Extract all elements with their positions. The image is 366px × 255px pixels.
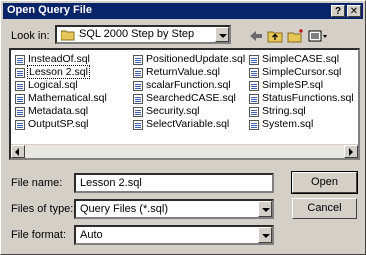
file-item[interactable]: ReturnValue.sql xyxy=(131,66,245,79)
sql-file-icon xyxy=(133,120,143,130)
file-name: ReturnValue.sql xyxy=(146,66,220,78)
file-name: Security.sql xyxy=(146,105,200,117)
dialog-title: Open Query File xyxy=(7,4,92,16)
close-button[interactable]: ✕ xyxy=(347,5,361,17)
file-item[interactable]: String.sql xyxy=(247,105,354,118)
sql-file-icon xyxy=(249,55,259,65)
open-button[interactable]: Open xyxy=(291,171,358,194)
file-name-input[interactable]: Lesson 2.sql xyxy=(74,173,274,193)
sql-file-icon xyxy=(249,94,259,104)
file-name: PositionedUpdate.sql xyxy=(146,53,246,65)
file-name: String.sql xyxy=(262,105,306,117)
sql-file-icon xyxy=(15,68,25,78)
sql-file-icon xyxy=(15,81,25,91)
file-name: scalarFunction.sql xyxy=(146,79,231,91)
sql-file-icon xyxy=(133,55,143,65)
file-format-label: File format: xyxy=(11,229,67,241)
sql-file-icon xyxy=(15,55,25,65)
file-name: StatusFunctions.sql xyxy=(262,92,354,104)
file-item[interactable]: Security.sql xyxy=(131,105,245,118)
files-of-type-label: Files of type: xyxy=(11,203,74,215)
cancel-button[interactable]: Cancel xyxy=(292,198,357,219)
file-item[interactable]: PositionedUpdate.sql xyxy=(131,53,245,66)
file-column-2: PositionedUpdate.sql ReturnValue.sql scala… xyxy=(131,53,245,131)
view-menu-icon[interactable] xyxy=(308,28,330,44)
file-item[interactable]: System.sql xyxy=(247,118,354,131)
help-button[interactable]: ? xyxy=(331,5,345,17)
file-item[interactable]: InsteadOf.sql xyxy=(13,53,107,66)
sql-file-icon xyxy=(133,81,143,91)
file-name: Mathematical.sql xyxy=(28,92,107,104)
files-of-type-combo[interactable]: Query Files (*.sql) xyxy=(74,199,274,219)
sql-file-icon xyxy=(249,68,259,78)
sql-file-icon xyxy=(15,120,25,130)
file-item[interactable]: SimpleCASE.sql xyxy=(247,53,354,66)
file-name-label: File name: xyxy=(11,177,63,189)
look-in-label: Look in: xyxy=(11,30,50,42)
file-name: SearchedCASE.sql xyxy=(146,92,236,104)
file-list[interactable]: InsteadOf.sql Lesson 2.sql Logical.sql Math… xyxy=(9,48,360,160)
open-query-file-dialog: Open Query File ? ✕ Look in: SQL 2000 St… xyxy=(0,0,366,255)
file-name: SimpleSP.sql xyxy=(262,79,324,91)
files-of-type-dropdown-button[interactable] xyxy=(258,201,272,217)
sql-file-icon xyxy=(15,94,25,104)
sql-file-icon xyxy=(249,120,259,130)
sql-file-icon xyxy=(133,107,143,117)
file-item[interactable]: scalarFunction.sql xyxy=(131,79,245,92)
scroll-right-icon[interactable] xyxy=(344,145,358,158)
file-format-dropdown-button[interactable] xyxy=(258,227,272,243)
back-icon[interactable] xyxy=(247,28,265,44)
file-item[interactable]: Logical.sql xyxy=(13,79,107,92)
file-name: InsteadOf.sql xyxy=(28,53,90,65)
look-in-combo[interactable]: SQL 2000 Step by Step xyxy=(55,25,231,44)
file-item[interactable]: SimpleCursor.sql xyxy=(247,66,354,79)
sql-file-icon xyxy=(133,94,143,104)
file-item[interactable]: StatusFunctions.sql xyxy=(247,92,354,105)
sql-file-icon xyxy=(249,107,259,117)
file-item[interactable]: SelectVariable.sql xyxy=(131,118,245,131)
file-name: OutputSP.sql xyxy=(28,118,89,130)
file-name: SimpleCursor.sql xyxy=(262,66,342,78)
file-name: SelectVariable.sql xyxy=(146,118,230,130)
files-of-type-value: Query Files (*.sql) xyxy=(80,203,169,215)
file-item[interactable]: Mathematical.sql xyxy=(13,92,107,105)
file-format-value: Auto xyxy=(80,229,103,241)
sql-file-icon xyxy=(249,81,259,91)
file-name: Metadata.sql xyxy=(28,105,89,117)
look-in-dropdown-button[interactable] xyxy=(215,27,229,42)
sql-file-icon xyxy=(133,68,143,78)
up-folder-icon[interactable] xyxy=(267,28,285,44)
title-bar: Open Query File ? ✕ xyxy=(3,3,363,19)
file-item[interactable]: Metadata.sql xyxy=(13,105,107,118)
file-name: System.sql xyxy=(262,118,314,130)
new-folder-icon[interactable] xyxy=(287,28,305,44)
file-item[interactable]: SearchedCASE.sql xyxy=(131,92,245,105)
file-format-combo[interactable]: Auto xyxy=(74,225,274,245)
folder-icon xyxy=(61,30,75,41)
file-name: Logical.sql xyxy=(28,79,78,91)
horizontal-scrollbar[interactable] xyxy=(11,144,358,158)
file-name: SimpleCASE.sql xyxy=(262,53,340,65)
file-name: Lesson 2.sql xyxy=(27,65,90,79)
file-item[interactable]: Lesson 2.sql xyxy=(13,65,107,79)
file-column-1: InsteadOf.sql Lesson 2.sql Logical.sql Math… xyxy=(13,53,107,131)
file-item[interactable]: SimpleSP.sql xyxy=(247,79,354,92)
look-in-value: SQL 2000 Step by Step xyxy=(79,28,195,40)
scroll-left-icon[interactable] xyxy=(11,145,25,158)
file-column-3: SimpleCASE.sql SimpleCursor.sql SimpleSP.s… xyxy=(247,53,354,131)
file-item[interactable]: OutputSP.sql xyxy=(13,118,107,131)
sql-file-icon xyxy=(15,107,25,117)
